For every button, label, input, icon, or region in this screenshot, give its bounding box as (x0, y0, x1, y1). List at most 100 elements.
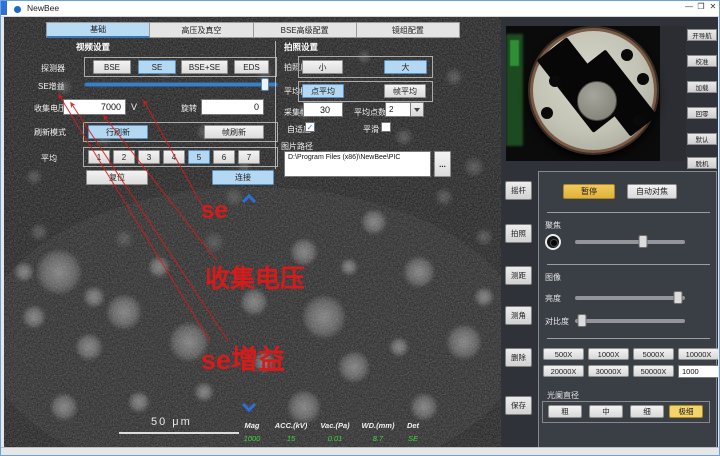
detector-bse-button[interactable]: BSE (93, 60, 131, 74)
average-2-button[interactable]: 2 (113, 150, 135, 164)
se-gain-slider[interactable] (84, 82, 278, 87)
minimize-button[interactable]: — (683, 2, 695, 11)
contrast-slider-handle[interactable] (577, 314, 586, 327)
save-button[interactable]: 保存 (505, 396, 532, 415)
path-textarea[interactable]: D:\Program Files (x86)\NewBee\PIC (284, 151, 431, 177)
average-4-button[interactable]: 4 (163, 150, 185, 164)
pause-button[interactable]: 暂停 (563, 184, 615, 199)
average-6-button[interactable]: 6 (213, 150, 235, 164)
open-navigation-button[interactable]: 开导航 (687, 29, 717, 41)
calibrate-button[interactable]: 校准 (687, 55, 717, 67)
status-header-mag: Mag (236, 421, 268, 430)
home-button[interactable]: 回零 (687, 107, 717, 119)
brightness-slider-handle[interactable] (674, 291, 683, 304)
browse-button[interactable]: ... (434, 151, 451, 177)
status-header-det: Det (400, 421, 426, 430)
points-combo-value[interactable]: 2 (385, 102, 411, 117)
collect-voltage-input[interactable]: 7000 (63, 99, 126, 115)
connect-button[interactable]: 连接 (212, 170, 274, 185)
status-value-mag: 1000 (236, 434, 268, 443)
image-section-label: 图像 (545, 272, 561, 283)
annotation-collect-voltage: 收集电压 (205, 259, 305, 295)
line-refresh-button[interactable]: 行刷新 (88, 125, 148, 139)
window-frame-bottom (1, 447, 720, 456)
stage-hole (637, 73, 649, 85)
separator (547, 212, 710, 213)
aperture-ultrafine-button[interactable]: 极细 (669, 405, 703, 418)
rotation-input[interactable]: 0 (201, 99, 264, 115)
size-small-button[interactable]: 小 (302, 60, 343, 74)
focus-target-icon[interactable] (545, 234, 561, 250)
size-large-button[interactable]: 大 (384, 60, 427, 74)
side-panel: 开导航 校准 加载 回零 默认 脱机 摇杆 拍照 测距 测角 删除 保存 暂停 … (501, 17, 718, 447)
contrast-slider[interactable] (575, 319, 685, 323)
aperture-coarse-button[interactable]: 粗 (548, 405, 582, 418)
aperture-label: 光阑直径 (547, 390, 579, 401)
aperture-medium-button[interactable]: 中 (589, 405, 623, 418)
focus-slider-handle[interactable] (639, 235, 648, 248)
photo-settings-title: 拍照设置 (284, 41, 318, 53)
autofocus-button[interactable]: 自动对焦 (627, 184, 677, 199)
tab-lens-config[interactable]: 镜组配置 (357, 22, 460, 38)
mag-20000x-button[interactable]: 20000X (543, 365, 584, 377)
reset-button[interactable]: 复位 (86, 170, 148, 185)
contrast-label: 对比度 (545, 316, 569, 327)
tab-bar: 基础 高压及真空 BSE高级配置 镜组配置 (46, 22, 460, 38)
collect-voltage-label: 收集电压 (34, 103, 66, 114)
status-header-wd: WD.(mm) (356, 421, 400, 430)
load-button[interactable]: 加载 (687, 81, 717, 93)
mag-500x-button[interactable]: 500X (543, 348, 584, 360)
brightness-slider[interactable] (575, 296, 685, 300)
frame-refresh-button[interactable]: 帧刷新 (204, 125, 264, 139)
detector-bse-se-button[interactable]: BSE+SE (181, 60, 228, 74)
status-header-vac: Vac.(Pa) (314, 421, 356, 430)
mag-1000x-button[interactable]: 1000X (588, 348, 629, 360)
window-title: NewBee (27, 3, 59, 13)
title-bar: NewBee — ❐ ✕ (1, 1, 720, 17)
detector-label: 探测器 (41, 63, 65, 74)
mag-50000x-button[interactable]: 50000X (633, 365, 674, 377)
scale-bar-line (119, 432, 239, 434)
chevron-down-icon[interactable] (241, 403, 257, 412)
maximize-button[interactable]: ❐ (695, 2, 707, 11)
frame-average-button[interactable]: 帧平均 (384, 84, 426, 98)
adaptive-checkbox[interactable]: ✓ (305, 122, 315, 132)
points-combo-dropdown[interactable] (411, 102, 424, 117)
smooth-checkbox[interactable] (381, 122, 391, 132)
average-5-button[interactable]: 5 (188, 150, 210, 164)
chevron-up-icon[interactable] (241, 194, 257, 203)
mag-10000x-button[interactable]: 10000X (678, 348, 719, 360)
tab-hv-vacuum[interactable]: 高压及真空 (150, 22, 253, 38)
status-value-det: SE (400, 434, 426, 443)
mag-input[interactable]: 1000 (678, 365, 719, 378)
dropdown-arrow-icon (414, 108, 420, 112)
snapshot-button[interactable]: 拍照 (505, 224, 532, 243)
se-gain-slider-handle[interactable] (261, 78, 269, 91)
joystick-button[interactable]: 摇杆 (505, 181, 532, 200)
average-3-button[interactable]: 3 (138, 150, 160, 164)
se-gain-label: SE增益 (38, 81, 65, 92)
average-7-button[interactable]: 7 (238, 150, 260, 164)
delete-button[interactable]: 删除 (505, 348, 532, 367)
default-button[interactable]: 默认 (687, 133, 717, 145)
focus-slider[interactable] (575, 240, 685, 244)
mag-30000x-button[interactable]: 30000X (588, 365, 629, 377)
aperture-fine-button[interactable]: 细 (630, 405, 664, 418)
detector-eds-button[interactable]: EDS (234, 60, 269, 74)
offline-button[interactable]: 脱机 (687, 157, 717, 169)
refresh-mode-label: 刷新模式 (34, 127, 66, 138)
tab-bse-advanced[interactable]: BSE高级配置 (254, 22, 357, 38)
measure-angle-button[interactable]: 测角 (505, 306, 532, 325)
mag-5000x-button[interactable]: 5000X (633, 348, 674, 360)
tab-basic[interactable]: 基础 (46, 22, 150, 38)
average-1-button[interactable]: 1 (88, 150, 110, 164)
close-button[interactable]: ✕ (707, 2, 719, 11)
status-header-acc: ACC.(kV) (268, 421, 314, 430)
chamber-camera-view (506, 26, 686, 161)
stage-hole (549, 75, 561, 87)
measure-distance-button[interactable]: 测距 (505, 266, 532, 285)
scale-bar-label: 50 μm (151, 416, 192, 428)
detector-se-button[interactable]: SE (138, 60, 176, 74)
point-average-button[interactable]: 点平均 (302, 84, 344, 98)
frames-input[interactable]: 30 (303, 102, 343, 117)
